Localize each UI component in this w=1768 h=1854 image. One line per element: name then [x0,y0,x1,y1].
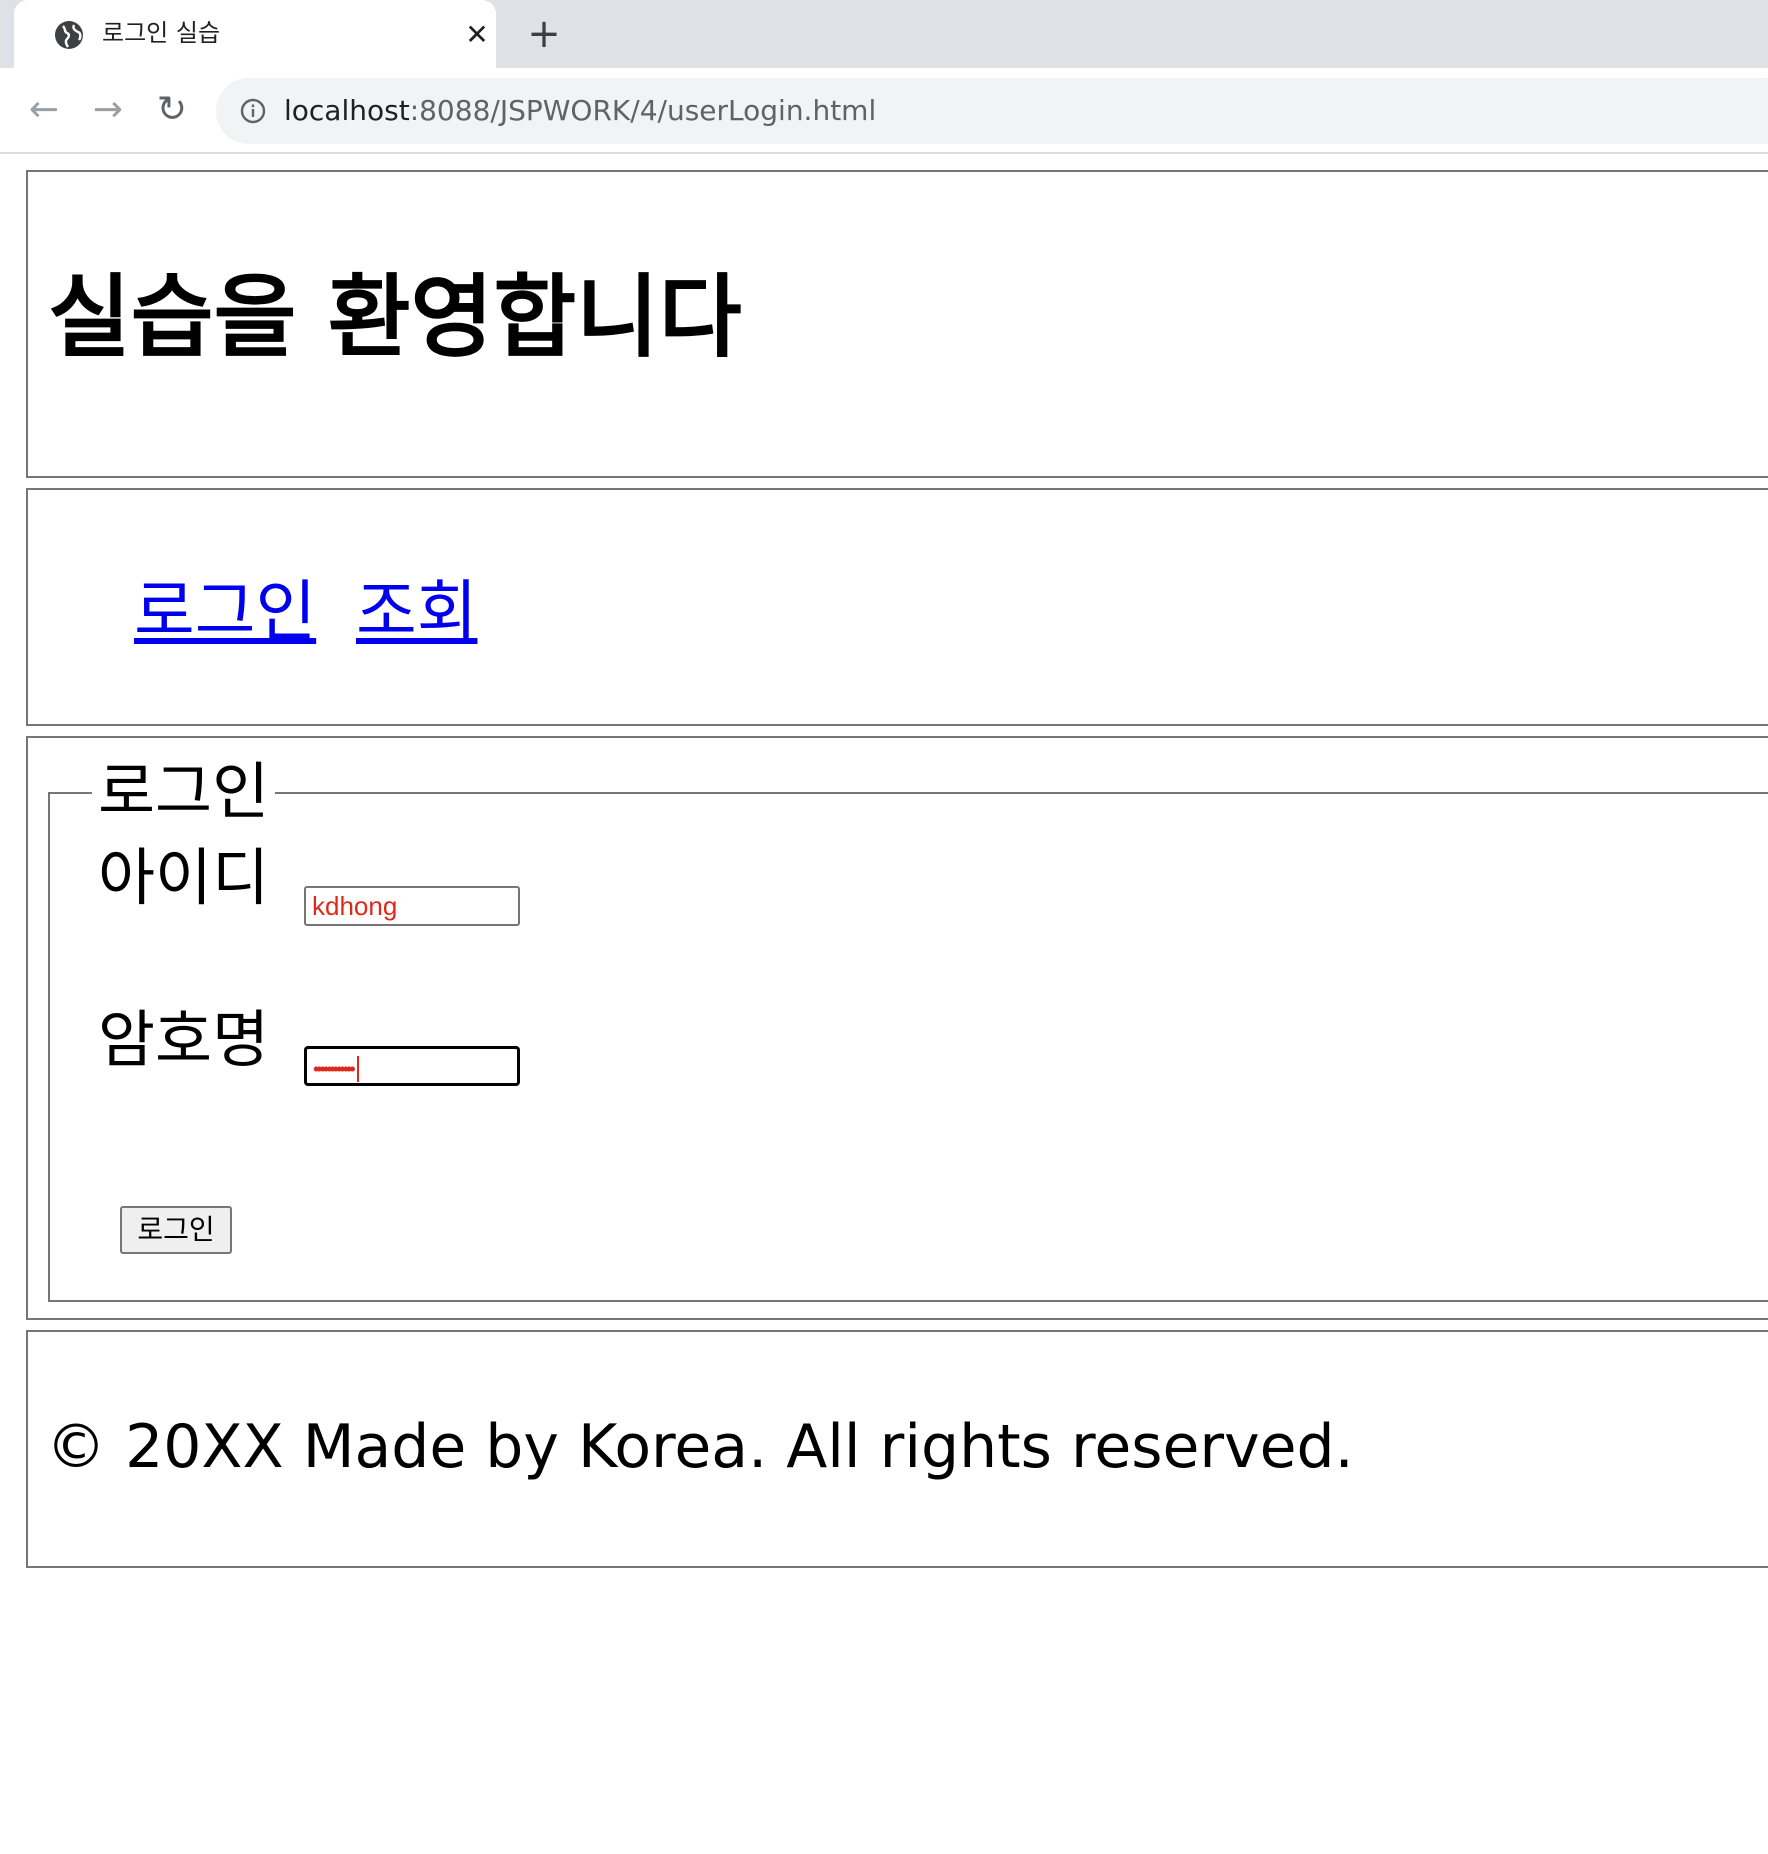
url-path: :8088/JSPWORK/4/userLogin.html [409,94,877,127]
id-input[interactable]: kdhong [304,886,520,926]
address-bar[interactable]: localhost:8088/JSPWORK/4/userLogin.html [216,78,1768,144]
reload-icon[interactable]: ↻ [148,86,196,134]
copyright-text: © 20XX Made by Korea. All rights reserve… [46,1412,1354,1482]
page-content: 실습을 환영합니다 로그인 조회 로그인 아이디 kdhong 암호명 ••••… [0,154,1768,1854]
browser-tab[interactable]: 로그인 실습 ✕ [14,0,496,68]
password-input[interactable]: •••••••••••• [304,1046,520,1086]
page-header: 실습을 환영합니다 [26,170,1768,478]
browser-toolbar: ← → ↻ localhost:8088/JSPWORK/4/userLogin… [0,68,1768,154]
password-label: 암호명 [98,1003,270,1076]
id-label: 아이디 [98,841,270,914]
nav-link-search[interactable]: 조회 [356,574,477,650]
page-footer: © 20XX Made by Korea. All rights reserve… [26,1330,1768,1568]
new-tab-button[interactable]: + [522,12,566,56]
globe-icon [54,20,84,50]
tab-title: 로그인 실습 [102,19,221,47]
password-mask: •••••••••••• [313,1059,356,1080]
page-nav: 로그인 조회 [26,488,1768,726]
url-host: localhost [284,94,410,127]
close-icon[interactable]: ✕ [460,18,494,52]
browser-tabstrip: 로그인 실습 ✕ + [0,0,1768,68]
info-icon[interactable] [240,98,266,124]
login-submit-button[interactable]: 로그인 [120,1206,232,1254]
back-arrow-icon[interactable]: ← [20,86,68,134]
main-section: 로그인 아이디 kdhong 암호명 •••••••••••• 로그인 [26,736,1768,1320]
page-title: 실습을 환영합니다 [48,265,742,370]
text-caret [356,1056,359,1083]
forward-arrow-icon[interactable]: → [84,86,132,134]
login-fieldset: 로그인 아이디 kdhong 암호명 •••••••••••• 로그인 [48,758,1768,1302]
url-text: localhost:8088/JSPWORK/4/userLogin.html [284,92,876,130]
login-legend: 로그인 [92,758,276,826]
nav-link-login[interactable]: 로그인 [134,574,316,650]
